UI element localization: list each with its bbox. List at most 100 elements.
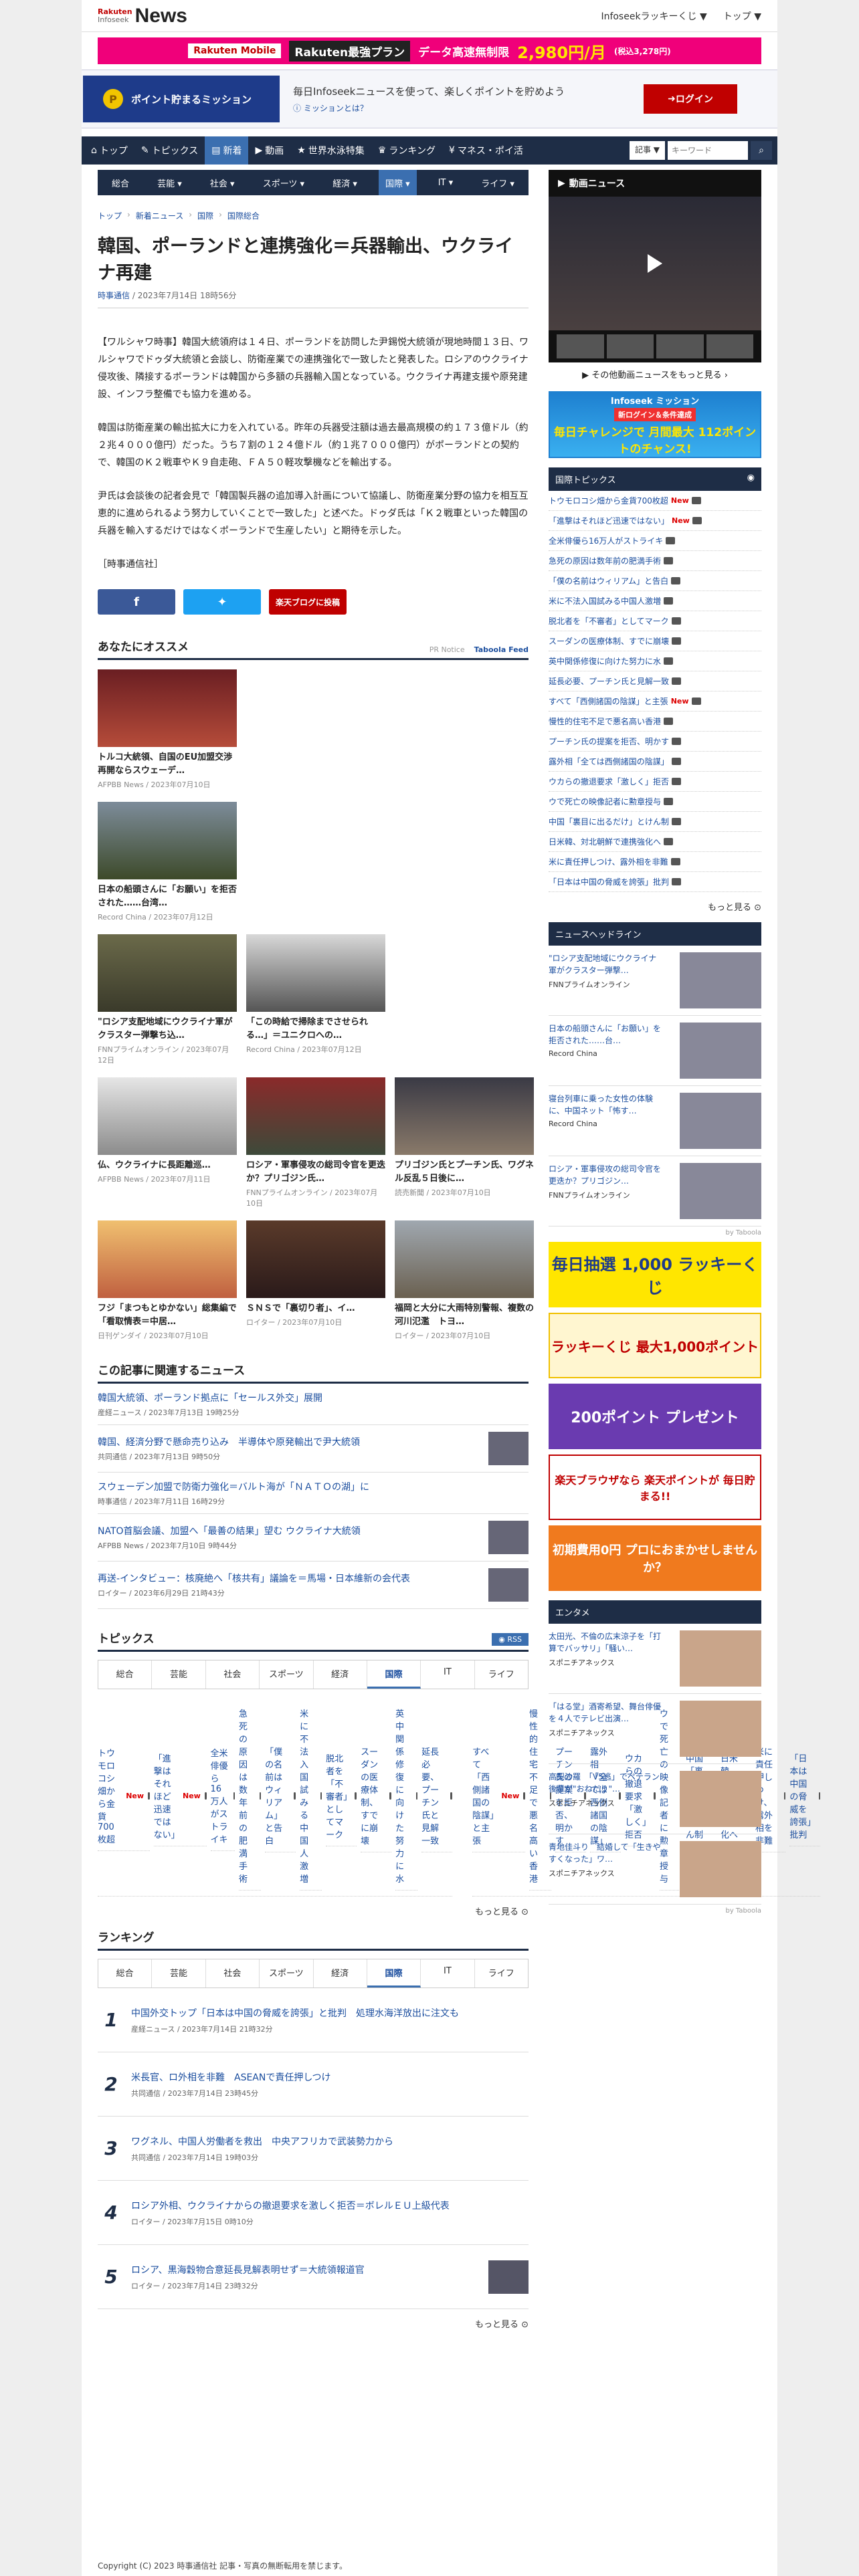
topic-item[interactable]: 「日本は中国の脅威を誇張」批判 — [789, 1746, 821, 1846]
tab-3[interactable]: スポーツ — [260, 1959, 314, 1988]
site-logo[interactable]: Rakuten Infoseek News — [98, 5, 187, 27]
recommend-card[interactable]: ロシア・軍事侵攻の総司令官を更迭か？プリゴジン氏… FNNプライムオンライン / … — [246, 1077, 385, 1208]
tab-0[interactable]: 総合 — [98, 1959, 153, 1988]
cat-general[interactable]: 総合 — [105, 170, 136, 195]
headline-item[interactable]: 日本の船頭さんに「お願い」を拒否された……台… Record China — [549, 1016, 761, 1086]
cat-international[interactable]: 国際 ▾ — [378, 170, 417, 195]
recommend-card[interactable]: プリゴジン氏とプーチン氏、ワグネル反乱５日後に… 読売新聞 / 2023年07月1… — [395, 1077, 534, 1208]
taboola-credit[interactable]: by Taboola — [549, 1229, 761, 1237]
cat-it[interactable]: IT ▾ — [432, 170, 460, 195]
topic-item[interactable]: 急死の原因は数年前の肥満手術 — [239, 1701, 262, 1891]
topic-item[interactable]: 脱北者を「不審者」としてマーク — [326, 1746, 357, 1846]
tab-7[interactable]: ライフ — [475, 1660, 528, 1689]
search-input[interactable] — [668, 141, 748, 160]
video-thumb[interactable] — [606, 334, 654, 358]
mission-ad[interactable]: Infoseek ミッション 新ログイン＆条件達成 毎日チャレンジで 月間最大 … — [549, 391, 761, 458]
facebook-share-button[interactable]: f — [98, 589, 175, 615]
ranking-item[interactable]: 5 ロシア、黒海穀物合意延長見解表明せず＝大統領報道官 ロイター / 2023年7月… — [98, 2245, 529, 2309]
nav-new[interactable]: ▤ 新着 — [205, 136, 249, 165]
intl-topic-item[interactable]: 日米韓、対北朝鮮で連携強化へ — [549, 832, 761, 852]
nav-top[interactable]: ⌂ トップ — [84, 136, 134, 165]
intl-topic-item[interactable]: 米に不法入国試みる中国人激増 — [549, 591, 761, 611]
crumb-intl-general[interactable]: 国際総合 — [227, 210, 260, 221]
tab-4[interactable]: 経済 — [314, 1959, 367, 1988]
rss-icon[interactable]: ◉ — [747, 473, 755, 486]
search-button[interactable]: ⌕ — [751, 141, 772, 160]
lucky-kuji-ad[interactable]: 毎日抽選 1,000 ラッキーくじ — [549, 1242, 761, 1307]
taboola-feed[interactable]: Taboola Feed — [474, 645, 529, 654]
ranking-more-link[interactable]: もっと見る ⊙ — [98, 2317, 529, 2330]
entame-item[interactable]: 高梨沙羅 「V5逃」でペテラン後輩が"おねだり"… スポニチアネックス — [549, 1764, 761, 1834]
recommend-card[interactable]: 仏、ウクライナに長距離巡… AFPBB News / 2023年07月11日 — [98, 1077, 237, 1208]
video-player[interactable] — [549, 197, 761, 330]
related-item[interactable]: 再送-インタビュー：核廃絶へ「核共有」議論を＝馬場・日本維新の会代表 ロイター /… — [98, 1562, 529, 1609]
related-item[interactable]: NATO首脳会議、加盟へ「最善の結果」望む ウクライナ大統領 AFPBB News… — [98, 1514, 529, 1562]
video-thumb[interactable] — [656, 334, 704, 358]
video-thumb[interactable] — [557, 334, 604, 358]
video-more-link[interactable]: ▶ その他動画ニュースをもっと見る › — [549, 362, 761, 386]
rss-button[interactable]: ◉ RSS — [492, 1633, 529, 1646]
cat-economy[interactable]: 経済 ▾ — [326, 170, 364, 195]
intl-topic-item[interactable]: ウで死亡の映像記者に勲章授与 — [549, 792, 761, 812]
lucky-kuji-ad-2[interactable]: ラッキーくじ 最大1,000ポイント — [549, 1313, 761, 1378]
intl-topic-item[interactable]: 全米俳優ら16万人がストライキ — [549, 531, 761, 551]
search-type-select[interactable]: 記事 ▼ — [629, 141, 665, 160]
recommend-card[interactable]: 福岡と大分に大雨特別警報、複数の河川氾濫 トヨ… ロイター / 2023年07月1… — [395, 1220, 534, 1341]
rakuten-mobile-banner[interactable]: Rakuten Mobile Rakuten最強プラン データ高速無制限 2,9… — [98, 37, 761, 64]
entame-item[interactable]: 太田光、不倫の広末涼子を「打算でバッサリ」「騒い… スポニチアネックス — [549, 1624, 761, 1694]
tab-7[interactable]: ライフ — [475, 1959, 528, 1988]
tab-5[interactable]: 国際 — [367, 1660, 421, 1689]
intl-topic-item[interactable]: 「進撃はそれほど迅速ではない」 New — [549, 511, 761, 531]
ranking-item[interactable]: 4 ロシア外相、ウクライナからの撤退要求を激しく拒否＝ボレルＥＵ上級代表 ロイター … — [98, 2181, 529, 2245]
tab-1[interactable]: 芸能 — [152, 1959, 206, 1988]
tab-1[interactable]: 芸能 — [152, 1660, 206, 1689]
video-thumb[interactable] — [706, 334, 753, 358]
ranking-item[interactable]: 2 米長官、ロ外相を非難 ASEANで責任押しつけ 共同通信 / 2023年7月14… — [98, 2052, 529, 2117]
related-item[interactable]: 韓国大統領、ポーランド拠点に「セールス外交」展開 産経ニュース / 2023年7月… — [98, 1384, 529, 1425]
login-button[interactable]: ➜ ログイン — [644, 84, 737, 114]
topic-item[interactable]: 「進撃はそれほど迅速ではない」 New — [153, 1746, 207, 1846]
intl-topic-item[interactable]: 急死の原因は数年前の肥満手術 — [549, 551, 761, 571]
mission-button[interactable]: P ポイント貯まるミッション — [83, 76, 280, 122]
intl-topic-item[interactable]: ウカらの撤退要求「激しく」拒否 — [549, 772, 761, 792]
intl-topic-item[interactable]: 米に責任押しつけ、露外相を非難 — [549, 852, 761, 872]
cat-entertainment[interactable]: 芸能 ▾ — [151, 170, 189, 195]
nav-video[interactable]: ▶ 動画 — [248, 136, 290, 165]
rakuten-blog-button[interactable]: 楽天ブログに投稿 — [269, 589, 347, 615]
nav-money[interactable]: ¥ マネス・ポイ活 — [442, 136, 530, 165]
mission-link[interactable]: ⓘ ミッションとは？ — [293, 102, 644, 114]
entame-item[interactable]: 青地佳斗り 結婚して「生きやすくなった」ワ… スポニチアネックス — [549, 1834, 761, 1905]
topic-item[interactable]: 「僕の名前はウィリアム」と告白 — [265, 1739, 296, 1852]
tab-4[interactable]: 経済 — [314, 1660, 367, 1689]
ranking-item[interactable]: 3 ワグネル、中国人労働者を救出 中央アフリカで武装勢力から 共同通信 / 2023… — [98, 2117, 529, 2181]
twitter-share-button[interactable]: ✦ — [183, 589, 261, 615]
tab-6[interactable]: IT — [421, 1660, 475, 1689]
intl-topic-item[interactable]: 中国「裏目に出るだけ」とけん制 — [549, 812, 761, 832]
cat-life[interactable]: ライフ ▾ — [474, 170, 521, 195]
intl-topic-item[interactable]: 脱北者を「不審者」としてマーク — [549, 611, 761, 631]
topic-item[interactable]: 英中関係修復に向けた努力に水 — [395, 1701, 418, 1891]
topic-item[interactable]: スーダンの医療体制、すでに崩壊 — [361, 1739, 392, 1852]
intl-topic-item[interactable]: 「僕の名前はウィリアム」と告白 — [549, 571, 761, 591]
intl-topic-item[interactable]: すべて「西側諸国の陰謀」と主張 New — [549, 691, 761, 712]
intl-topic-item[interactable]: プーチン氏の提案を拒否、明かす — [549, 732, 761, 752]
intl-topic-item[interactable]: 英中関係修復に向けた努力に水 — [549, 651, 761, 671]
tab-2[interactable]: 社会 — [206, 1959, 260, 1988]
topic-item[interactable]: 全米俳優ら16万人がストライキ — [210, 1741, 235, 1851]
tab-5[interactable]: 国際 — [367, 1959, 421, 1988]
recommend-card[interactable]: ＳＮＳで「裏切り者」、イ… ロイター / 2023年07月10日 — [246, 1220, 385, 1341]
viber-ad[interactable]: 200ポイント プレゼント — [549, 1384, 761, 1449]
crumb-new[interactable]: 新着ニュース — [136, 210, 183, 221]
nav-swimming[interactable]: ★ 世界水泳特集 — [290, 136, 371, 165]
topic-item[interactable]: 延長必要、プーチン氏と見解一致 — [421, 1739, 453, 1852]
tab-2[interactable]: 社会 — [206, 1660, 260, 1689]
intl-topic-item[interactable]: 慢性的住宅不足で悪名高い香港 — [549, 712, 761, 732]
headline-item[interactable]: "ロシア支配地域にウクライナ軍がクラスター弾撃… FNNプライムオンライン — [549, 946, 761, 1016]
intl-more-link[interactable]: もっと見る ⊙ — [549, 900, 761, 913]
topic-item[interactable]: トウモロコシ畑から金貨700枚超 New — [98, 1741, 150, 1851]
entame-item[interactable]: 「はる堂」酒寄希望、舞台俳優を４人でテレビ出演… スポニチアネックス — [549, 1694, 761, 1764]
taboola-credit[interactable]: by Taboola — [549, 1907, 761, 1915]
intl-topic-item[interactable]: トウモロコシ畑から金貨700枚超 New — [549, 491, 761, 511]
top-link[interactable]: トップ ▼ — [723, 9, 761, 23]
tab-0[interactable]: 総合 — [98, 1660, 153, 1689]
